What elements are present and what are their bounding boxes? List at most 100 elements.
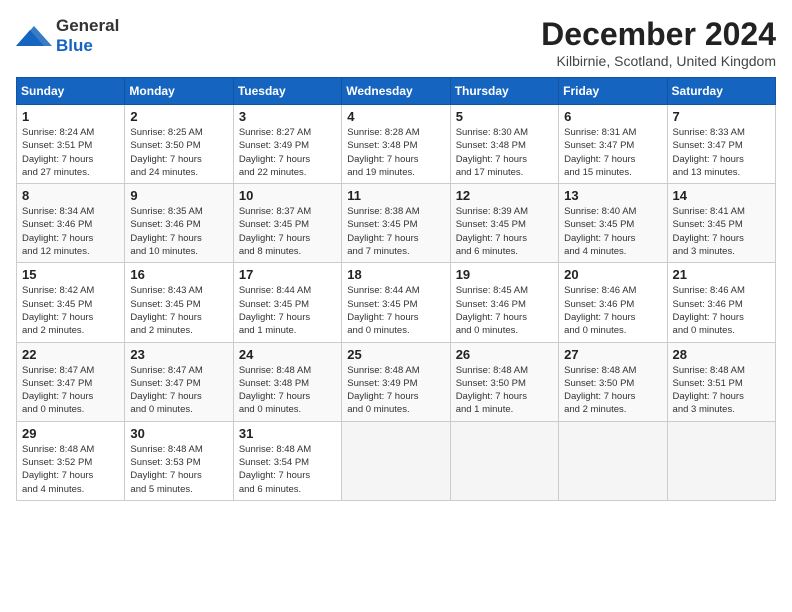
calendar-cell: 9 Sunrise: 8:35 AM Sunset: 3:46 PM Daylig… <box>125 184 233 263</box>
calendar-cell <box>450 421 558 500</box>
calendar-cell: 5 Sunrise: 8:30 AM Sunset: 3:48 PM Daylig… <box>450 105 558 184</box>
day-number: 1 <box>22 109 119 124</box>
calendar-cell <box>667 421 775 500</box>
day-info: Sunrise: 8:35 AM Sunset: 3:46 PM Dayligh… <box>130 205 227 258</box>
day-info: Sunrise: 8:48 AM Sunset: 3:49 PM Dayligh… <box>347 364 444 417</box>
day-number: 9 <box>130 188 227 203</box>
day-info: Sunrise: 8:46 AM Sunset: 3:46 PM Dayligh… <box>673 284 770 337</box>
title-section: December 2024 Kilbirnie, Scotland, Unite… <box>541 16 776 69</box>
day-number: 2 <box>130 109 227 124</box>
day-number: 10 <box>239 188 336 203</box>
day-info: Sunrise: 8:48 AM Sunset: 3:54 PM Dayligh… <box>239 443 336 496</box>
day-number: 24 <box>239 347 336 362</box>
day-number: 29 <box>22 426 119 441</box>
day-number: 18 <box>347 267 444 282</box>
day-number: 23 <box>130 347 227 362</box>
header-sunday: Sunday <box>17 78 125 105</box>
calendar-cell: 16 Sunrise: 8:43 AM Sunset: 3:45 PM Dayli… <box>125 263 233 342</box>
day-number: 19 <box>456 267 553 282</box>
calendar-week-1: 1 Sunrise: 8:24 AM Sunset: 3:51 PM Daylig… <box>17 105 776 184</box>
day-info: Sunrise: 8:46 AM Sunset: 3:46 PM Dayligh… <box>564 284 661 337</box>
day-number: 17 <box>239 267 336 282</box>
header-thursday: Thursday <box>450 78 558 105</box>
day-number: 14 <box>673 188 770 203</box>
day-info: Sunrise: 8:48 AM Sunset: 3:53 PM Dayligh… <box>130 443 227 496</box>
day-info: Sunrise: 8:42 AM Sunset: 3:45 PM Dayligh… <box>22 284 119 337</box>
calendar-cell: 19Sunrise: 8:45 AM Sunset: 3:46 PM Dayli… <box>450 263 558 342</box>
calendar-cell: 10 Sunrise: 8:37 AM Sunset: 3:45 PM Dayli… <box>233 184 341 263</box>
calendar-header-row: Sunday Monday Tuesday Wednesday Thursday… <box>17 78 776 105</box>
logo-blue: Blue <box>56 36 93 55</box>
day-number: 11 <box>347 188 444 203</box>
day-info: Sunrise: 8:48 AM Sunset: 3:52 PM Dayligh… <box>22 443 119 496</box>
day-info: Sunrise: 8:37 AM Sunset: 3:45 PM Dayligh… <box>239 205 336 258</box>
day-number: 25 <box>347 347 444 362</box>
calendar-cell: 12Sunrise: 8:39 AM Sunset: 3:45 PM Dayli… <box>450 184 558 263</box>
day-info: Sunrise: 8:30 AM Sunset: 3:48 PM Dayligh… <box>456 126 553 179</box>
day-info: Sunrise: 8:48 AM Sunset: 3:50 PM Dayligh… <box>456 364 553 417</box>
header-tuesday: Tuesday <box>233 78 341 105</box>
calendar-cell: 17 Sunrise: 8:44 AM Sunset: 3:45 PM Dayli… <box>233 263 341 342</box>
calendar-cell: 13Sunrise: 8:40 AM Sunset: 3:45 PM Dayli… <box>559 184 667 263</box>
calendar-cell: 11 Sunrise: 8:38 AM Sunset: 3:45 PM Dayli… <box>342 184 450 263</box>
day-number: 3 <box>239 109 336 124</box>
day-info: Sunrise: 8:44 AM Sunset: 3:45 PM Dayligh… <box>347 284 444 337</box>
page-header: General Blue December 2024 Kilbirnie, Sc… <box>16 16 776 69</box>
calendar-cell <box>559 421 667 500</box>
logo-icon <box>16 22 52 50</box>
day-info: Sunrise: 8:41 AM Sunset: 3:45 PM Dayligh… <box>673 205 770 258</box>
calendar-cell: 30 Sunrise: 8:48 AM Sunset: 3:53 PM Dayli… <box>125 421 233 500</box>
day-info: Sunrise: 8:43 AM Sunset: 3:45 PM Dayligh… <box>130 284 227 337</box>
day-number: 5 <box>456 109 553 124</box>
calendar-cell: 8Sunrise: 8:34 AM Sunset: 3:46 PM Daylig… <box>17 184 125 263</box>
calendar-cell: 26Sunrise: 8:48 AM Sunset: 3:50 PM Dayli… <box>450 342 558 421</box>
calendar-week-2: 8Sunrise: 8:34 AM Sunset: 3:46 PM Daylig… <box>17 184 776 263</box>
day-info: Sunrise: 8:28 AM Sunset: 3:48 PM Dayligh… <box>347 126 444 179</box>
calendar-cell: 3Sunrise: 8:27 AM Sunset: 3:49 PM Daylig… <box>233 105 341 184</box>
day-info: Sunrise: 8:34 AM Sunset: 3:46 PM Dayligh… <box>22 205 119 258</box>
day-number: 27 <box>564 347 661 362</box>
day-info: Sunrise: 8:44 AM Sunset: 3:45 PM Dayligh… <box>239 284 336 337</box>
calendar-cell: 4 Sunrise: 8:28 AM Sunset: 3:48 PM Daylig… <box>342 105 450 184</box>
calendar-cell: 25 Sunrise: 8:48 AM Sunset: 3:49 PM Dayli… <box>342 342 450 421</box>
day-info: Sunrise: 8:39 AM Sunset: 3:45 PM Dayligh… <box>456 205 553 258</box>
calendar-table: Sunday Monday Tuesday Wednesday Thursday… <box>16 77 776 501</box>
day-info: Sunrise: 8:24 AM Sunset: 3:51 PM Dayligh… <box>22 126 119 179</box>
day-number: 28 <box>673 347 770 362</box>
header-monday: Monday <box>125 78 233 105</box>
calendar-cell: 6 Sunrise: 8:31 AM Sunset: 3:47 PM Daylig… <box>559 105 667 184</box>
day-number: 30 <box>130 426 227 441</box>
calendar-cell: 24 Sunrise: 8:48 AM Sunset: 3:48 PM Dayli… <box>233 342 341 421</box>
calendar-cell: 29 Sunrise: 8:48 AM Sunset: 3:52 PM Dayli… <box>17 421 125 500</box>
month-title: December 2024 <box>541 16 776 53</box>
calendar-cell: 28Sunrise: 8:48 AM Sunset: 3:51 PM Dayli… <box>667 342 775 421</box>
day-number: 4 <box>347 109 444 124</box>
day-info: Sunrise: 8:47 AM Sunset: 3:47 PM Dayligh… <box>22 364 119 417</box>
day-number: 7 <box>673 109 770 124</box>
calendar-cell <box>342 421 450 500</box>
calendar-cell: 1 Sunrise: 8:24 AM Sunset: 3:51 PM Daylig… <box>17 105 125 184</box>
calendar-cell: 15 Sunrise: 8:42 AM Sunset: 3:45 PM Dayli… <box>17 263 125 342</box>
calendar-cell: 21Sunrise: 8:46 AM Sunset: 3:46 PM Dayli… <box>667 263 775 342</box>
day-number: 16 <box>130 267 227 282</box>
header-friday: Friday <box>559 78 667 105</box>
calendar-cell: 31Sunrise: 8:48 AM Sunset: 3:54 PM Dayli… <box>233 421 341 500</box>
day-number: 15 <box>22 267 119 282</box>
logo-general: General <box>56 16 119 35</box>
calendar-week-4: 22Sunrise: 8:47 AM Sunset: 3:47 PM Dayli… <box>17 342 776 421</box>
calendar-cell: 7Sunrise: 8:33 AM Sunset: 3:47 PM Daylig… <box>667 105 775 184</box>
day-info: Sunrise: 8:38 AM Sunset: 3:45 PM Dayligh… <box>347 205 444 258</box>
calendar-cell: 18 Sunrise: 8:44 AM Sunset: 3:45 PM Dayli… <box>342 263 450 342</box>
calendar-cell: 27 Sunrise: 8:48 AM Sunset: 3:50 PM Dayli… <box>559 342 667 421</box>
day-info: Sunrise: 8:48 AM Sunset: 3:48 PM Dayligh… <box>239 364 336 417</box>
calendar-week-5: 29 Sunrise: 8:48 AM Sunset: 3:52 PM Dayli… <box>17 421 776 500</box>
location: Kilbirnie, Scotland, United Kingdom <box>541 53 776 69</box>
header-saturday: Saturday <box>667 78 775 105</box>
day-info: Sunrise: 8:48 AM Sunset: 3:50 PM Dayligh… <box>564 364 661 417</box>
calendar-cell: 23Sunrise: 8:47 AM Sunset: 3:47 PM Dayli… <box>125 342 233 421</box>
day-info: Sunrise: 8:40 AM Sunset: 3:45 PM Dayligh… <box>564 205 661 258</box>
day-info: Sunrise: 8:31 AM Sunset: 3:47 PM Dayligh… <box>564 126 661 179</box>
day-number: 6 <box>564 109 661 124</box>
calendar-cell: 14 Sunrise: 8:41 AM Sunset: 3:45 PM Dayli… <box>667 184 775 263</box>
day-number: 20 <box>564 267 661 282</box>
